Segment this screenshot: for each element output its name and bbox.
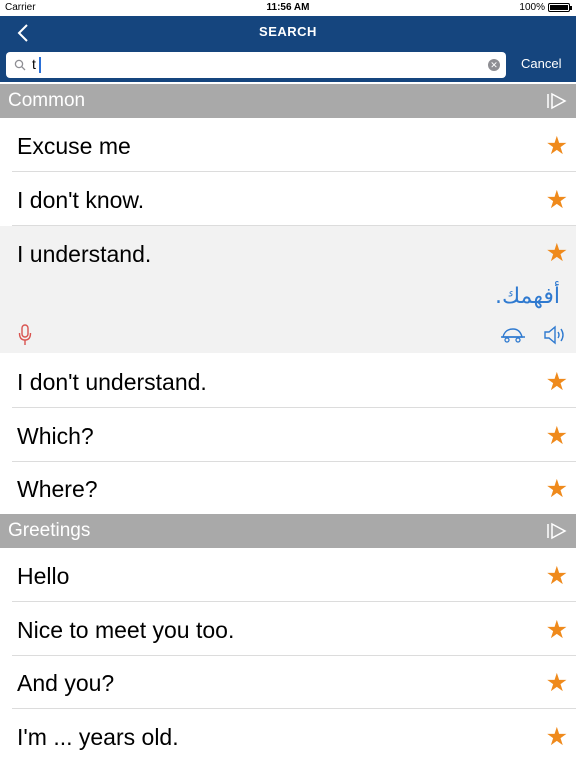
star-icon[interactable]: ★ — [546, 238, 568, 268]
phrase-text: Where? — [17, 476, 98, 502]
turtle-icon[interactable] — [500, 327, 526, 343]
star-icon[interactable]: ★ — [546, 474, 568, 504]
phrase-text: I don't know. — [17, 187, 145, 213]
phrase-text: Hello — [17, 563, 70, 589]
text-caret — [39, 57, 41, 73]
clear-search-icon[interactable]: ✕ — [488, 59, 500, 71]
phrase-row[interactable]: Hello ★ — [12, 549, 576, 602]
phrase-text: And you? — [17, 670, 115, 696]
phrase-row[interactable]: I don't understand. ★ — [12, 355, 576, 408]
phrase-text: I understand. — [17, 241, 152, 267]
section-title: Greetings — [8, 520, 91, 541]
clock: 11:56 AM — [266, 2, 310, 13]
phrase-text: Which? — [17, 423, 94, 449]
star-icon[interactable]: ★ — [546, 421, 568, 451]
phrase-text: I'm ... years old. — [17, 724, 179, 750]
star-icon[interactable]: ★ — [546, 668, 568, 698]
navigation-bar: SEARCH t ✕ Cancel — [0, 16, 576, 82]
phrase-row[interactable]: Which? ★ — [12, 409, 576, 462]
star-icon[interactable]: ★ — [546, 561, 568, 591]
search-input[interactable]: t ✕ — [6, 52, 506, 78]
search-value: t — [32, 56, 36, 72]
phrase-row[interactable]: I'm ... years old. ★ — [12, 710, 576, 763]
translation-text: أفهمك. — [494, 284, 560, 309]
search-icon — [14, 59, 26, 71]
page-title: SEARCH — [259, 24, 317, 39]
expanded-phrase-row[interactable]: I understand. ★ أفهمك. — [0, 226, 576, 353]
cancel-button[interactable]: Cancel — [521, 56, 561, 71]
battery-percent: 100% — [519, 2, 545, 13]
phrase-row[interactable]: Where? ★ — [12, 462, 576, 515]
microphone-icon[interactable] — [18, 324, 32, 346]
section-header-greetings: Greetings — [0, 514, 576, 548]
phrase-row[interactable]: Nice to meet you too. ★ — [12, 603, 576, 656]
battery-indicator: 100% — [519, 2, 572, 13]
star-icon[interactable]: ★ — [546, 131, 568, 161]
phrase-row[interactable]: I don't know. ★ — [12, 173, 576, 226]
section-header-common: Common — [0, 84, 576, 118]
phrase-row[interactable]: Excuse me ★ — [12, 119, 576, 172]
play-all-icon[interactable] — [546, 92, 568, 110]
star-icon[interactable]: ★ — [546, 185, 568, 215]
phrase-text: Nice to meet you too. — [17, 617, 235, 643]
star-icon[interactable]: ★ — [546, 615, 568, 645]
phrase-text: Excuse me — [17, 133, 131, 159]
star-icon[interactable]: ★ — [546, 722, 568, 752]
status-bar: Carrier 11:56 AM 100% — [0, 0, 576, 16]
play-all-icon[interactable] — [546, 522, 568, 540]
battery-icon — [548, 3, 572, 12]
speaker-icon[interactable] — [543, 324, 569, 346]
phrase-text: I don't understand. — [17, 369, 207, 395]
star-icon[interactable]: ★ — [546, 367, 568, 397]
section-title: Common — [8, 90, 86, 111]
phrase-row[interactable]: And you? ★ — [12, 656, 576, 709]
